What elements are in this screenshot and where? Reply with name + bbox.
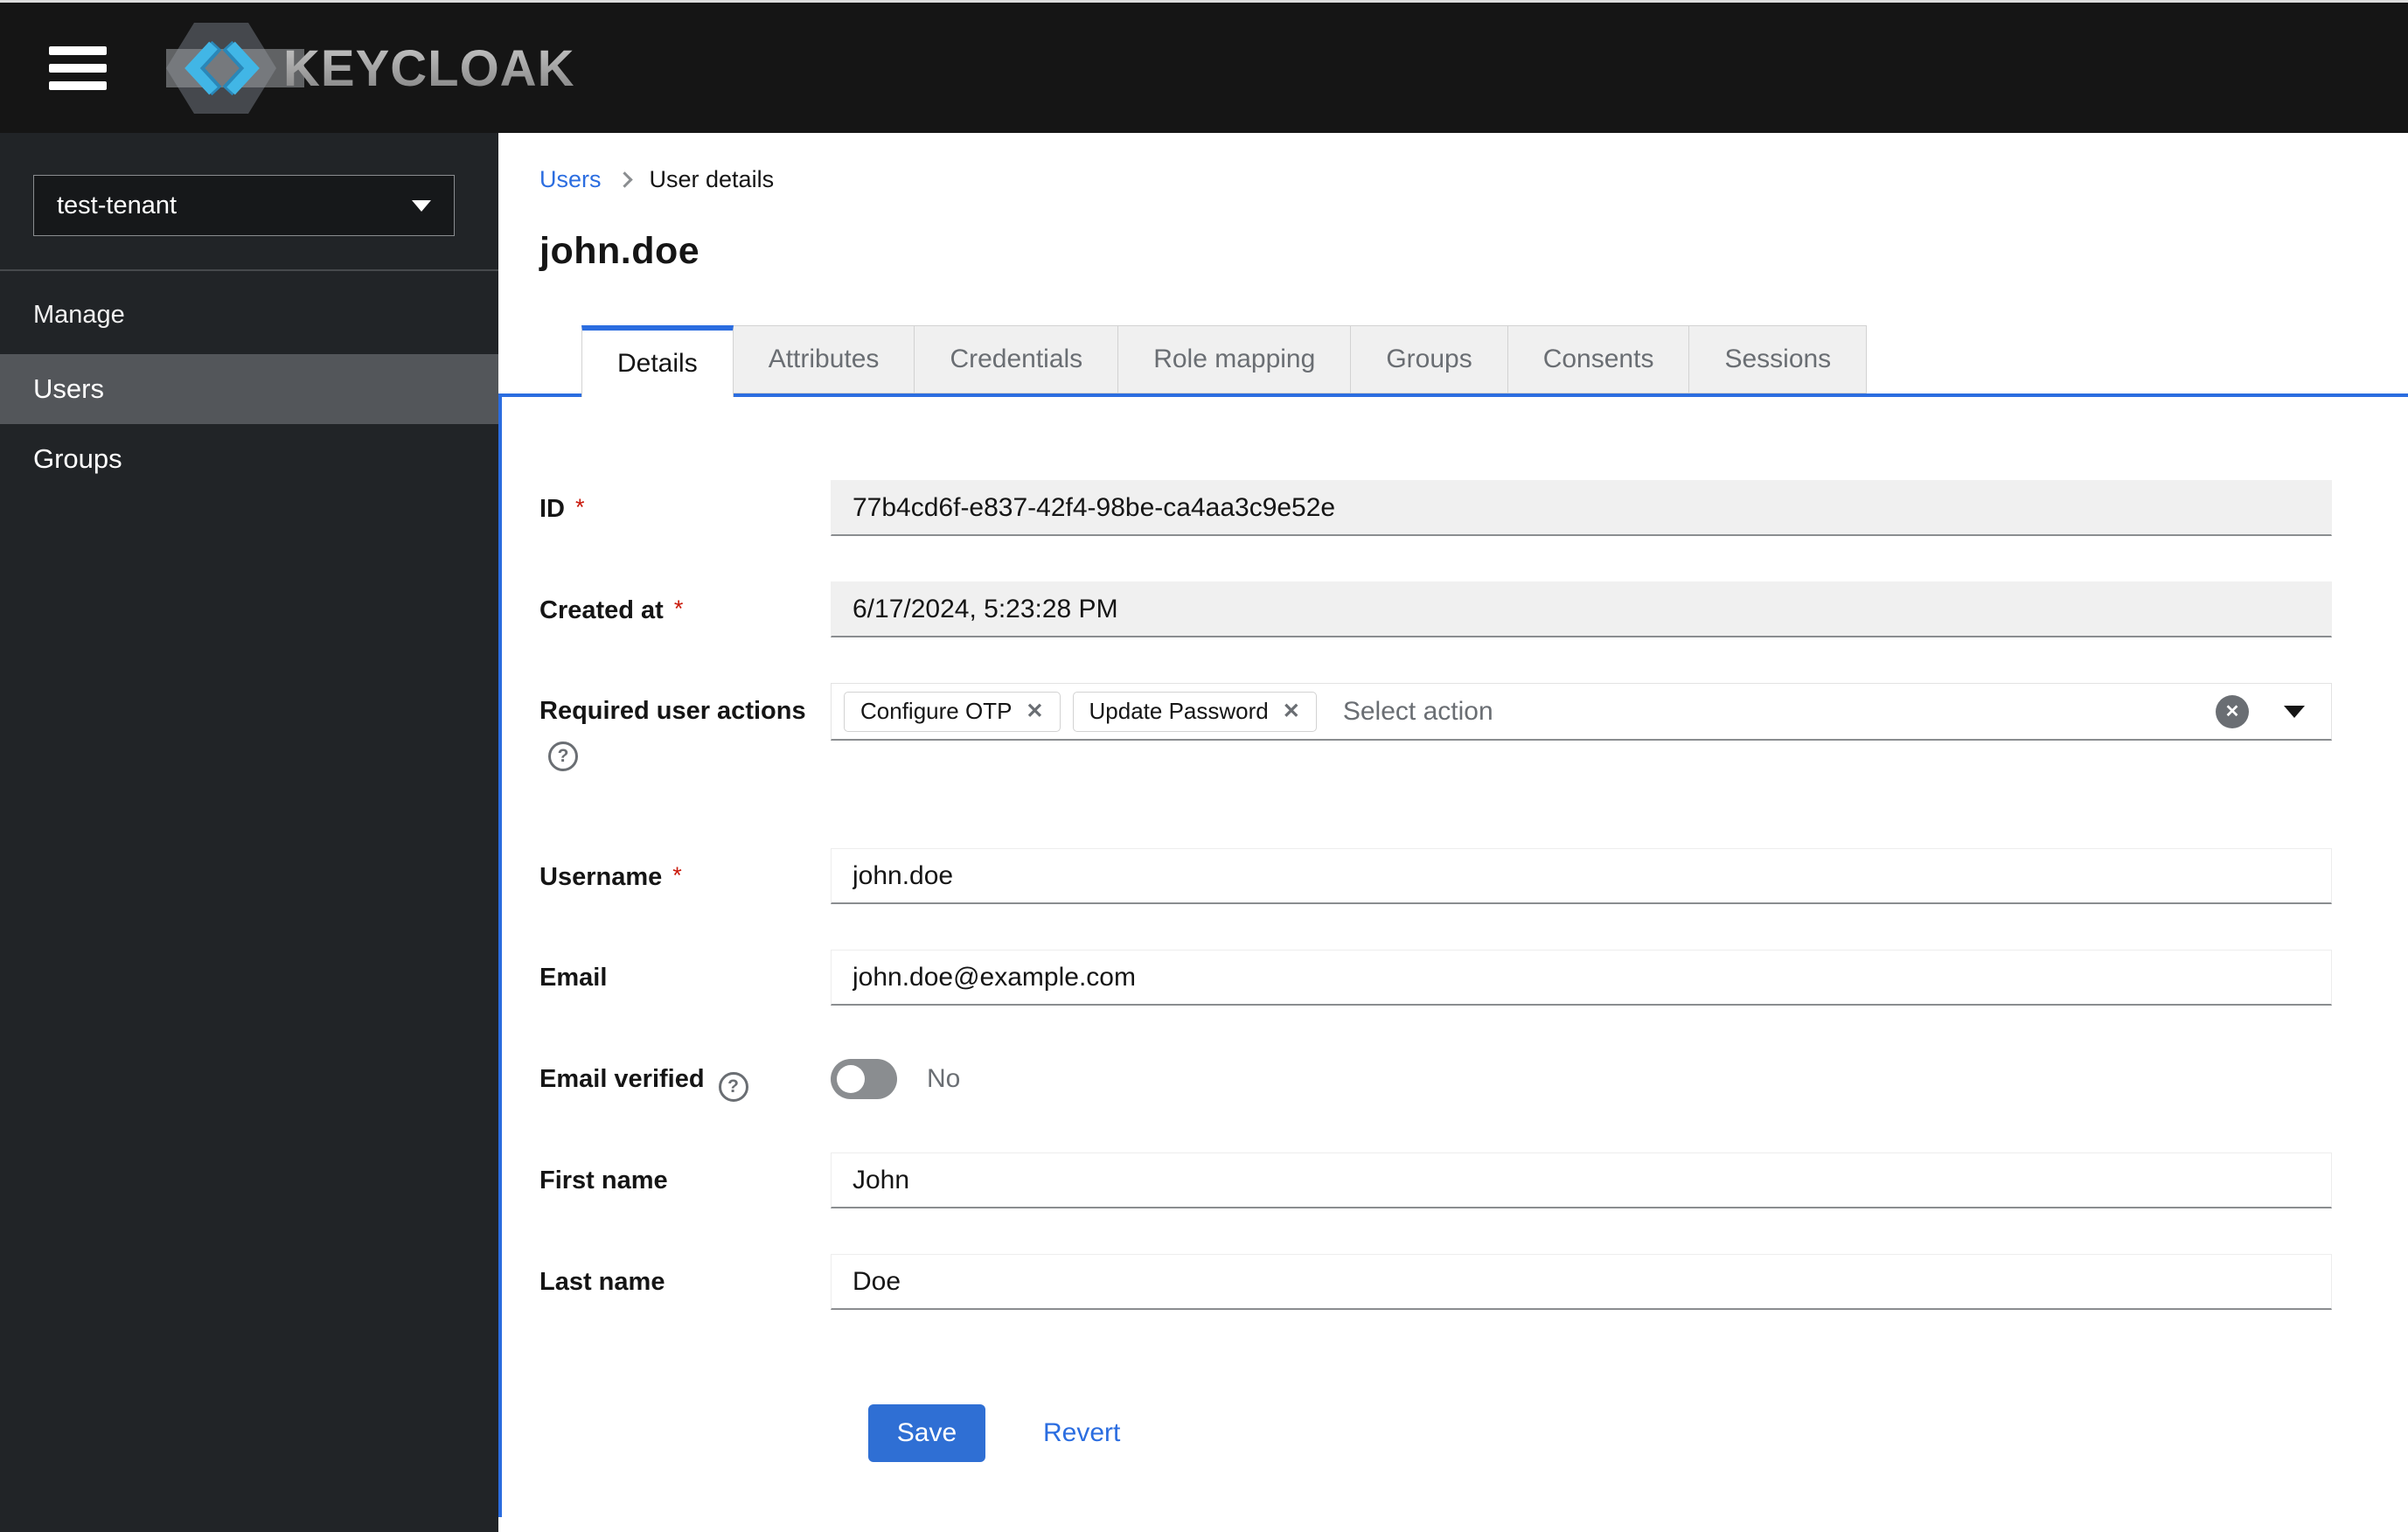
required-indicator: *: [672, 862, 682, 888]
realm-selector-value: test-tenant: [57, 191, 177, 219]
brand-text: KEYCLOAK: [283, 40, 574, 97]
username-field[interactable]: [831, 848, 2332, 904]
breadcrumb-link-users[interactable]: Users: [539, 166, 602, 193]
nav-section-label: Manage: [33, 301, 125, 329]
realm-selector-wrap: test-tenant: [0, 133, 498, 271]
page-title: john.doe: [539, 230, 700, 272]
masthead: KEYCLOAK: [0, 0, 2408, 133]
clear-all-icon[interactable]: ✕: [2216, 694, 2249, 728]
tab-consents[interactable]: Consents: [1507, 325, 1690, 393]
breadcrumb-current: User details: [649, 166, 775, 192]
hamburger-bar: [49, 63, 107, 73]
sidebar-item-groups[interactable]: Groups: [0, 424, 498, 494]
realm-selector[interactable]: test-tenant: [33, 175, 455, 236]
id-field[interactable]: [831, 480, 2332, 536]
tab-content-details: ID * Created at *: [498, 393, 2408, 1517]
tab-bar: Details Attributes Credentials Role mapp…: [581, 325, 2408, 397]
main-content: Users User details john.doe Details Attr…: [498, 133, 2408, 1532]
id-label: ID: [539, 495, 565, 523]
email-verified-toggle[interactable]: [831, 1059, 897, 1099]
keycloak-logo: KEYCLOAK: [163, 19, 582, 117]
created-at-field[interactable]: [831, 581, 2332, 637]
field-row-required-user-actions: Required user actions ? Configure OTP ✕ …: [539, 683, 2408, 771]
email-verified-label: Email verified: [539, 1065, 705, 1093]
tab-sessions[interactable]: Sessions: [1689, 325, 1868, 393]
email-field[interactable]: [831, 950, 2332, 1006]
user-details-form: ID * Created at *: [502, 397, 2408, 1515]
help-icon[interactable]: ?: [548, 742, 578, 771]
tab-groups[interactable]: Groups: [1351, 325, 1508, 393]
required-user-actions-select[interactable]: Configure OTP ✕ Update Password ✕ Select…: [831, 683, 2332, 741]
chip-label: Update Password: [1089, 698, 1269, 724]
last-name-field[interactable]: [831, 1254, 2332, 1310]
email-label: Email: [539, 964, 608, 992]
username-label: Username: [539, 863, 663, 891]
select-placeholder: Select action: [1342, 696, 1493, 726]
required-user-actions-label: Required user actions: [539, 697, 806, 725]
required-indicator: *: [575, 494, 585, 520]
chip-update-password: Update Password ✕: [1072, 691, 1317, 732]
field-row-last-name: Last name: [539, 1254, 2408, 1310]
field-row-created-at: Created at *: [539, 581, 2408, 637]
nav-toggle-button[interactable]: [49, 45, 110, 92]
breadcrumb-separator-icon: [616, 171, 633, 188]
field-row-username: Username *: [539, 848, 2408, 904]
form-actions: Save Revert: [868, 1404, 2408, 1515]
field-row-email: Email: [539, 950, 2408, 1006]
first-name-label: First name: [539, 1166, 668, 1194]
tab-details[interactable]: Details: [581, 325, 734, 397]
first-name-field[interactable]: [831, 1152, 2332, 1208]
sidebar: test-tenant Manage Users Groups: [0, 133, 498, 1532]
chevron-down-icon: [412, 199, 431, 212]
select-caret-icon[interactable]: [2284, 705, 2305, 718]
tab-attributes[interactable]: Attributes: [733, 325, 915, 393]
field-row-email-verified: Email verified? No: [539, 1051, 2408, 1107]
tab-credentials[interactable]: Credentials: [915, 325, 1119, 393]
required-indicator: *: [673, 595, 684, 622]
help-icon[interactable]: ?: [718, 1072, 748, 1102]
keycloak-admin-console: KEYCLOAK test-tenant Manage Users Groups…: [0, 0, 2408, 1532]
toggle-knob: [837, 1065, 865, 1093]
tab-role-mapping[interactable]: Role mapping: [1118, 325, 1352, 393]
hamburger-bar: [49, 45, 107, 55]
email-verified-state: No: [927, 1064, 961, 1093]
revert-button[interactable]: Revert: [1043, 1418, 1120, 1448]
hamburger-bar: [49, 80, 107, 90]
remove-chip-icon[interactable]: ✕: [1283, 699, 1300, 724]
breadcrumb: Users User details: [498, 133, 2408, 193]
keycloak-logo-graphic: KEYCLOAK: [166, 22, 574, 114]
chip-configure-otp: Configure OTP ✕: [844, 691, 1061, 732]
created-at-label: Created at: [539, 596, 664, 624]
last-name-label: Last name: [539, 1268, 665, 1296]
save-button[interactable]: Save: [868, 1404, 985, 1462]
sidebar-nav: Manage Users Groups: [0, 271, 498, 494]
sidebar-item-users[interactable]: Users: [0, 354, 498, 424]
chip-label: Configure OTP: [860, 698, 1013, 724]
remove-chip-icon[interactable]: ✕: [1026, 699, 1043, 724]
field-row-id: ID *: [539, 480, 2408, 536]
field-row-first-name: First name: [539, 1152, 2408, 1208]
